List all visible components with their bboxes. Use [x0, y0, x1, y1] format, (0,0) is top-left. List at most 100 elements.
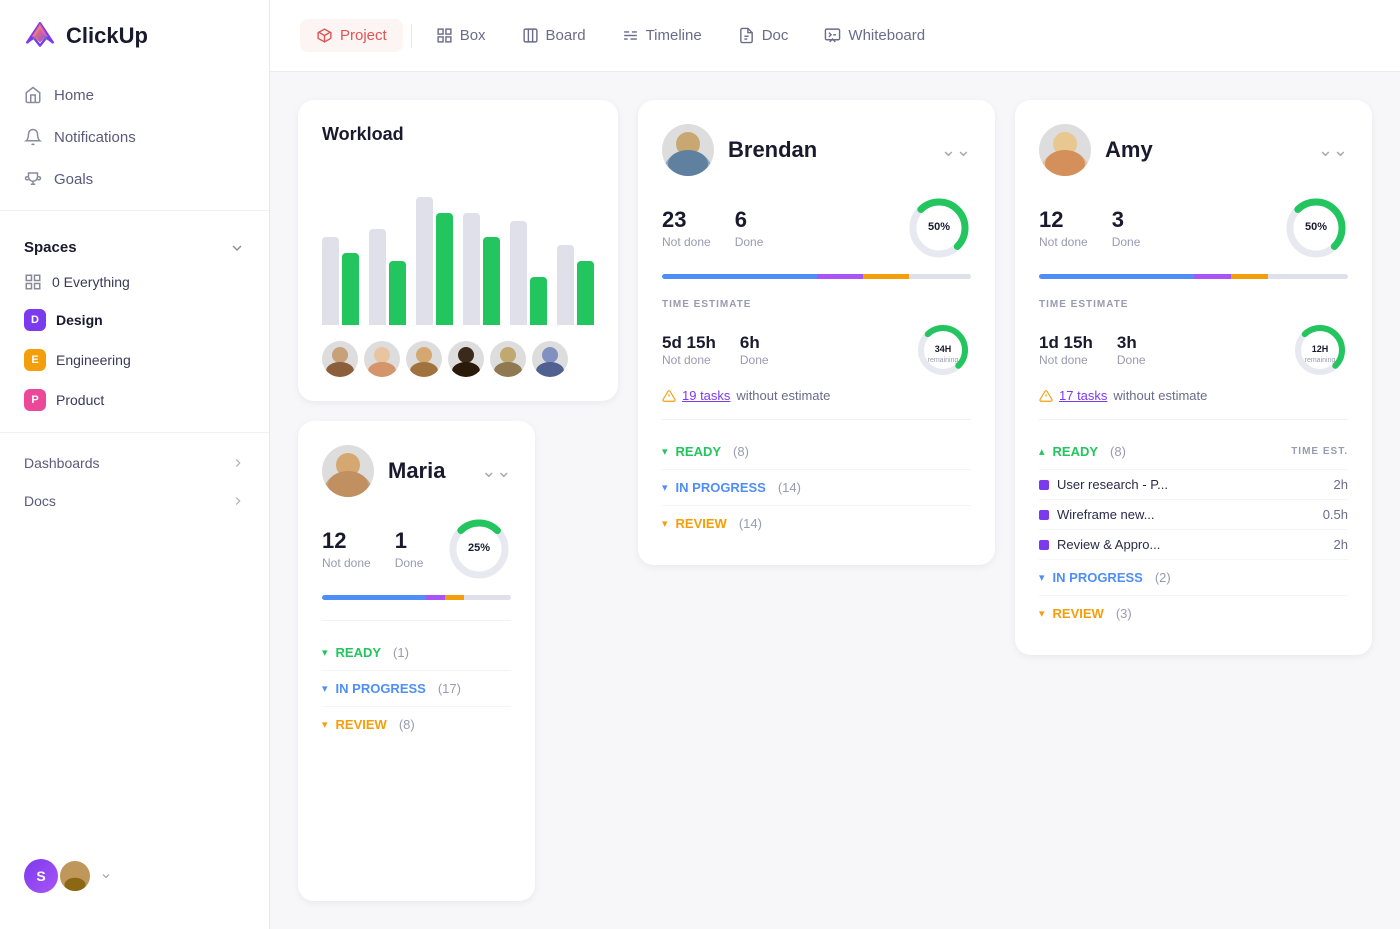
topnav-timeline[interactable]: Timeline: [606, 19, 718, 52]
maria-review-count: (8): [399, 717, 415, 732]
amy-warning-suffix: without estimate: [1113, 388, 1207, 403]
maria-not-done-value: 12: [322, 528, 371, 554]
amy-review-row[interactable]: ▾ REVIEW (3): [1039, 596, 1348, 631]
amy-warning-row: 17 tasks without estimate: [1039, 388, 1348, 403]
bar-chart: [322, 165, 594, 325]
pb-blue-amy: [1039, 274, 1194, 279]
workload-title: Workload: [322, 124, 594, 145]
doc-icon: [738, 27, 755, 44]
box-icon: [316, 27, 333, 44]
sidebar: ClickUp Home Notifications Goals Spaces …: [0, 0, 270, 929]
dropdown-icon[interactable]: [100, 870, 112, 882]
brendan-time-section: TIME ESTIMATE 5d 15h Not done 6h Done: [662, 299, 971, 403]
task-name-1: User research - P...: [1057, 477, 1326, 492]
pb-grey-amy: [1268, 274, 1348, 279]
amy-done-time: 3h Done: [1117, 333, 1146, 367]
amy-task-2[interactable]: Wireframe new... 0.5h: [1039, 500, 1348, 530]
sidebar-item-design[interactable]: D Design: [12, 300, 257, 340]
maria-ready-count: (1): [393, 645, 409, 660]
sidebar-item-everything[interactable]: 0 Everything: [12, 264, 257, 300]
sidebar-item-engineering[interactable]: E Engineering: [12, 340, 257, 380]
brendan-card: Brendan ⌄⌄ 23 Not done 6 Done: [638, 100, 995, 565]
brendan-warning-suffix: without estimate: [736, 388, 830, 403]
topnav-box[interactable]: Box: [420, 19, 502, 52]
maria-chevron[interactable]: ⌄⌄: [481, 461, 511, 482]
topnav-project[interactable]: Project: [300, 19, 403, 52]
home-icon: [24, 86, 42, 104]
bar-group-5: [510, 165, 547, 325]
clickup-logo-icon: [24, 20, 56, 52]
topnav-whiteboard[interactable]: Whiteboard: [808, 19, 941, 52]
sidebar-item-goals[interactable]: Goals: [12, 160, 257, 198]
maria-not-done-stat: 12 Not done: [322, 528, 371, 570]
bell-icon: [24, 128, 42, 146]
maria-done-value: 1: [395, 528, 424, 554]
amy-statuses: ▴ READY (8) TIME EST. User research - P.…: [1039, 419, 1348, 631]
amy-task-1[interactable]: User research - P... 2h: [1039, 470, 1348, 500]
brendan-inprogress-row[interactable]: ▾ IN PROGRESS (14): [662, 470, 971, 506]
pb-yellow-maria: [445, 595, 464, 600]
brendan-not-done-value: 23: [662, 207, 711, 233]
logo[interactable]: ClickUp: [0, 20, 269, 76]
topnav: Project Box Board Timeline Doc Whiteboar…: [270, 0, 1400, 72]
user-avatar-s[interactable]: S: [24, 859, 58, 893]
task-dot-2: [1039, 510, 1049, 520]
brendan-ready-row[interactable]: ▾ READY (8): [662, 434, 971, 470]
amy-inprogress-count: (2): [1155, 570, 1171, 585]
amy-done-value: 3: [1112, 207, 1141, 233]
maria-review-row[interactable]: ▾ REVIEW (8): [322, 707, 511, 742]
amy-stats-row: 12 Not done 3 Done 50%: [1039, 196, 1348, 260]
sidebar-item-dashboards[interactable]: Dashboards: [12, 445, 257, 481]
amy-inprogress-label: IN PROGRESS: [1053, 570, 1143, 585]
amy-not-done-value: 12: [1039, 207, 1088, 233]
amy-inprogress-row[interactable]: ▾ IN PROGRESS (2): [1039, 560, 1348, 596]
amy-not-done-time: 1d 15h Not done: [1039, 333, 1093, 367]
sidebar-item-home[interactable]: Home: [12, 76, 257, 114]
amy-task-3[interactable]: Review & Appro... 2h: [1039, 530, 1348, 560]
chevron-down-icon[interactable]: [229, 240, 245, 256]
brendan-review-row[interactable]: ▾ REVIEW (14): [662, 506, 971, 541]
maria-ready-row[interactable]: ▾ READY (1): [322, 635, 511, 671]
brendan-chevron[interactable]: ⌄⌄: [941, 140, 971, 161]
amy-ready-row[interactable]: ▴ READY (8) TIME EST.: [1039, 434, 1348, 470]
topnav-board[interactable]: Board: [506, 19, 602, 52]
amy-ready-chevron: ▴: [1039, 445, 1045, 458]
user-avatar-2[interactable]: [58, 859, 92, 893]
chevron-right-icon: [231, 456, 245, 470]
sidebar-item-notifications[interactable]: Notifications: [12, 118, 257, 156]
maria-inprogress-row[interactable]: ▾ IN PROGRESS (17): [322, 671, 511, 707]
amy-header: Amy ⌄⌄: [1039, 124, 1348, 176]
maria-header: Maria ⌄⌄: [322, 445, 511, 497]
workload-avatar-6: [532, 341, 568, 377]
maria-statuses: ▾ READY (1) ▾ IN PROGRESS (17) ▾ REVIEW …: [322, 620, 511, 742]
topnav-doc[interactable]: Doc: [722, 19, 805, 52]
amy-chevron[interactable]: ⌄⌄: [1318, 140, 1348, 161]
amy-ready-count: (8): [1110, 444, 1126, 459]
bar-group-2: [369, 165, 406, 325]
sidebar-item-notifications-label: Notifications: [54, 129, 136, 146]
amy-time-est-col: TIME EST.: [1291, 446, 1348, 457]
svg-text:12H: 12H: [1312, 344, 1329, 354]
workload-avatars: [322, 341, 594, 377]
workload-avatar-5: [490, 341, 526, 377]
topnav-board-label: Board: [546, 27, 586, 44]
svg-text:remaining: remaining: [928, 357, 959, 364]
dashboards-label: Dashboards: [24, 455, 100, 471]
brendan-review-chevron: ▾: [662, 517, 668, 530]
content-area: Workload: [270, 72, 1400, 929]
maria-inprogress-count: (17): [438, 681, 461, 696]
brendan-avatar: [662, 124, 714, 176]
amy-done-label: Done: [1112, 235, 1141, 249]
sidebar-item-product[interactable]: P Product: [12, 380, 257, 420]
workload-avatar-3: [406, 341, 442, 377]
workload-avatar-4: [448, 341, 484, 377]
brendan-donut: 50%: [907, 196, 971, 260]
sidebar-item-docs[interactable]: Docs: [12, 483, 257, 519]
amy-warning-link[interactable]: 17 tasks: [1059, 388, 1107, 403]
engineering-space-dot: E: [24, 349, 46, 371]
maria-done-label: Done: [395, 556, 424, 570]
bar-green-5: [530, 277, 547, 325]
brendan-warning-link[interactable]: 19 tasks: [682, 388, 730, 403]
svg-text:25%: 25%: [468, 542, 490, 554]
topnav-timeline-label: Timeline: [646, 27, 702, 44]
